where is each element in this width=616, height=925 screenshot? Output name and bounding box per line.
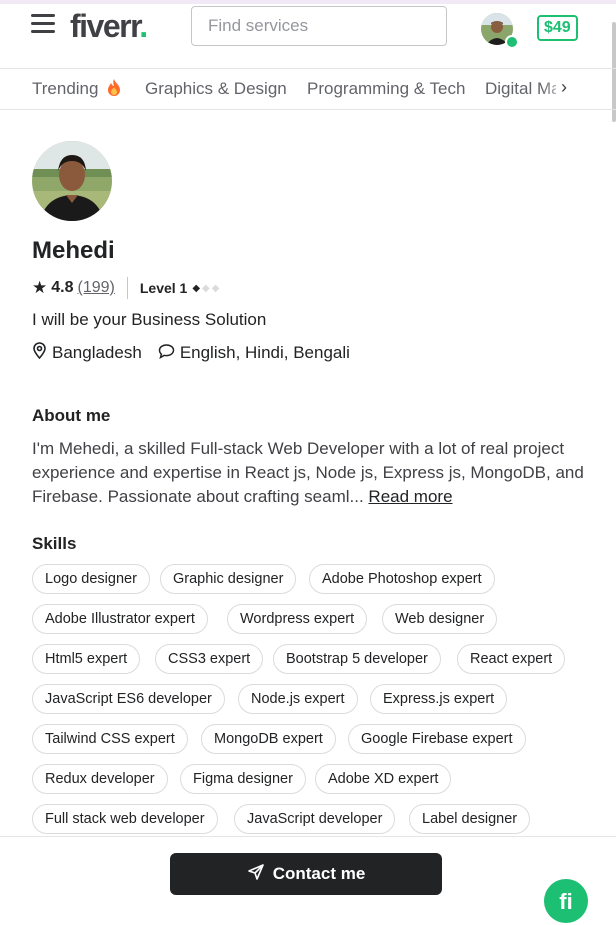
skill-chip[interactable]: Wordpress expert	[227, 604, 368, 634]
fire-icon	[107, 79, 121, 101]
seller-name: Mehedi	[32, 237, 115, 264]
skill-chip[interactable]: Adobe Illustrator expert	[32, 604, 208, 634]
logo-dot: .	[139, 8, 148, 44]
seller-level: Level 1	[139, 280, 188, 296]
skill-chip[interactable]: CSS3 expert	[155, 644, 264, 674]
category-trending[interactable]: Trending	[32, 79, 121, 101]
skill-chip[interactable]: Figma designer	[180, 764, 306, 794]
review-count-link[interactable]: (199)	[78, 279, 115, 297]
search-input[interactable]	[192, 7, 446, 45]
read-more-link[interactable]: Read more	[368, 487, 452, 506]
fiverr-logo[interactable]: fiverr.	[70, 8, 148, 45]
contact-me-label: Contact me	[272, 864, 366, 883]
category-graphics-design[interactable]: Graphics & Design	[145, 79, 287, 99]
skill-chip[interactable]: Bootstrap 5 developer	[273, 644, 441, 674]
rating-score: 4.8	[51, 279, 74, 296]
diamond-icon: ◆	[202, 282, 210, 294]
logo-text: fiverr	[70, 8, 141, 44]
skill-chip[interactable]: MongoDB expert	[201, 724, 336, 754]
languages: English, Hindi, Bengali	[158, 343, 350, 364]
skill-chip[interactable]: Html5 expert	[32, 644, 141, 674]
search-box[interactable]	[191, 6, 447, 46]
chevron-right-icon[interactable]: ›	[556, 77, 572, 98]
profile-photo	[32, 141, 112, 221]
chat-bubble-icon	[158, 343, 180, 364]
skill-chip[interactable]: Google Firebase expert	[348, 724, 526, 754]
skill-chip[interactable]: Web designer	[382, 604, 498, 634]
skill-chip[interactable]: React expert	[457, 644, 566, 674]
seller-tagline: I will be your Business Solution	[32, 310, 267, 329]
about-body: I'm Mehedi, a skilled Full-stack Web Dev…	[32, 439, 584, 506]
skill-chip[interactable]: Adobe Photoshop expert	[309, 564, 495, 594]
skill-chip[interactable]: Express.js expert	[370, 684, 508, 714]
skill-chip[interactable]: Redux developer	[32, 764, 168, 794]
seller-languages: English, Hindi, Bengali	[179, 343, 350, 362]
seller-meta: Bangladesh English, Hindi, Bengali	[32, 342, 350, 364]
menu-icon[interactable]	[31, 14, 55, 34]
balance-badge[interactable]: $49	[537, 15, 578, 41]
skill-chip[interactable]: Full stack web developer	[32, 804, 218, 834]
skill-chip[interactable]: Node.js expert	[238, 684, 358, 714]
skill-chip[interactable]: Graphic designer	[160, 564, 297, 594]
skill-chip[interactable]: Adobe XD expert	[315, 764, 452, 794]
category-programming-tech[interactable]: Programming & Tech	[307, 79, 465, 99]
skill-chip[interactable]: JavaScript ES6 developer	[32, 684, 225, 714]
category-nav: Trending Graphics & Design Programming &…	[0, 68, 616, 110]
diamond-icon: ◆	[211, 282, 220, 294]
about-text: I'm Mehedi, a skilled Full-stack Web Dev…	[32, 437, 592, 509]
skill-chip[interactable]: JavaScript developer	[234, 804, 396, 834]
location-pin-icon	[32, 342, 52, 364]
diamond-icon: ◆	[192, 282, 201, 294]
skill-chip[interactable]: Label designer	[409, 804, 531, 834]
skill-chip[interactable]: Tailwind CSS expert	[32, 724, 188, 754]
send-icon	[247, 863, 273, 886]
about-title: About me	[32, 406, 111, 425]
online-status-dot	[505, 35, 519, 49]
header: fiverr. $49	[0, 4, 616, 68]
seller-location: Bangladesh	[52, 343, 142, 362]
fiverr-chat-badge[interactable]: fi	[544, 879, 588, 923]
skills-title: Skills	[32, 534, 77, 553]
rating-row: ★ 4.8 (199) Level 1 ◆ ◆ ◆	[32, 277, 219, 299]
category-label: Trending	[32, 79, 99, 98]
skill-chip[interactable]: Logo designer	[32, 564, 150, 594]
contact-me-button[interactable]: Contact me	[170, 853, 442, 895]
divider	[126, 277, 128, 299]
star-icon: ★	[32, 278, 48, 297]
